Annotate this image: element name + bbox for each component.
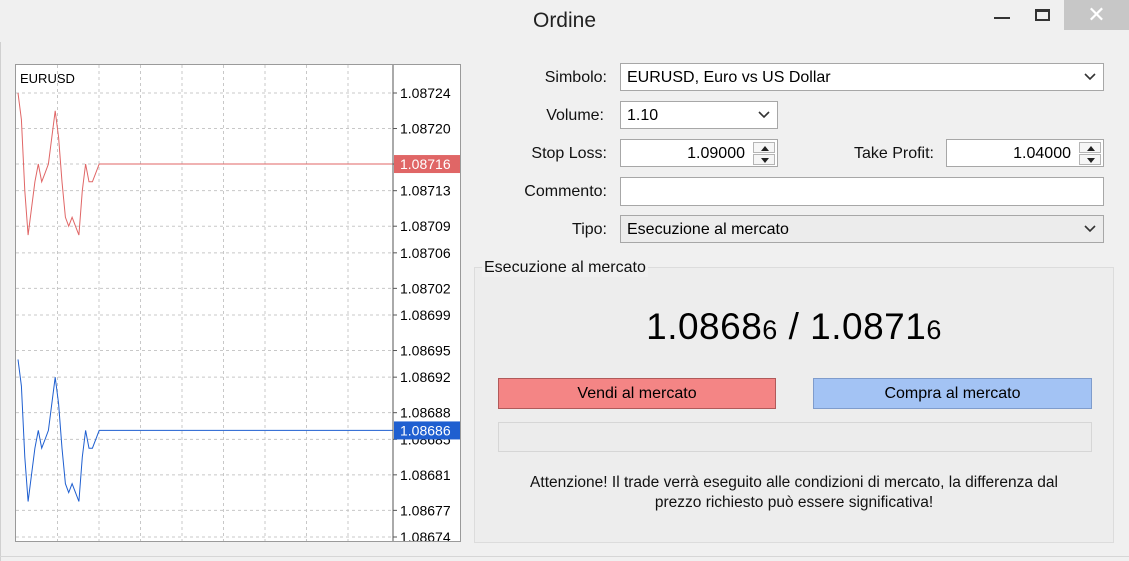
take-profit-value: 1.04000 — [1013, 145, 1071, 162]
y-tick-label: 1.08674 — [400, 529, 451, 542]
y-tick-label: 1.08677 — [400, 502, 451, 518]
chevron-down-icon — [758, 111, 770, 119]
window-border-bottom — [0, 556, 1129, 557]
y-tick-label: 1.08724 — [400, 85, 451, 101]
stop-loss-stepper[interactable] — [753, 142, 775, 166]
close-button[interactable]: ✕ — [1064, 0, 1129, 30]
chevron-down-icon — [1084, 225, 1096, 233]
take-profit-up-button[interactable] — [1079, 142, 1101, 153]
y-tick-label: 1.08709 — [400, 218, 451, 234]
price-marker-label-bid: 1.08686 — [400, 422, 451, 438]
type-select[interactable]: Esecuzione al mercato — [620, 215, 1104, 243]
stop-loss-field[interactable]: 1.09000 — [620, 139, 778, 167]
symbol-label: Simbolo: — [544, 69, 607, 86]
minimize-button[interactable] — [980, 0, 1024, 30]
minimize-icon — [994, 17, 1010, 19]
warning-line-1: Attenzione! Il trade verrà eseguito alle… — [530, 474, 1058, 491]
window-title: Ordine — [532, 9, 597, 32]
series-line-bid — [17, 359, 393, 502]
volume-select-value: 1.10 — [627, 107, 659, 124]
ask-price: 1.0871 — [810, 306, 927, 347]
window-border — [0, 42, 1, 561]
execution-group-title: Esecuzione al mercato — [482, 259, 648, 277]
series-line-ask — [17, 92, 393, 236]
bid-price-fraction: 6 — [762, 315, 778, 345]
y-tick-label: 1.08720 — [400, 121, 451, 137]
symbol-select-value: EURUSD, Euro vs US Dollar — [627, 69, 831, 86]
maximize-button[interactable] — [1022, 0, 1066, 30]
market-warning: Attenzione! Il trade verrà eseguito alle… — [474, 473, 1114, 513]
arrow-down-icon — [761, 158, 769, 163]
take-profit-down-button[interactable] — [1079, 154, 1101, 165]
y-tick-label: 1.08702 — [400, 280, 451, 296]
comment-field[interactable] — [620, 177, 1104, 206]
sell-market-button[interactable]: Vendi al mercato — [498, 378, 776, 409]
y-tick-label: 1.08681 — [400, 467, 451, 483]
take-profit-field[interactable]: 1.04000 — [946, 139, 1104, 167]
symbol-select[interactable]: EURUSD, Euro vs US Dollar — [620, 63, 1104, 91]
type-select-value: Esecuzione al mercato — [627, 221, 789, 238]
y-tick-label: 1.08699 — [400, 307, 451, 323]
arrow-up-icon — [1087, 146, 1095, 151]
stop-loss-label: Stop Loss: — [531, 145, 607, 162]
y-tick-label: 1.08688 — [400, 405, 451, 421]
volume-label: Volume: — [546, 107, 604, 124]
warning-line-2: prezzo richiesto può essere significativ… — [654, 494, 934, 511]
type-label: Tipo: — [572, 221, 607, 238]
y-tick-label: 1.08695 — [400, 343, 451, 359]
stop-loss-up-button[interactable] — [753, 142, 775, 153]
price-separator: / — [777, 306, 811, 347]
arrow-down-icon — [1087, 158, 1095, 163]
price-marker-label-ask: 1.08716 — [400, 156, 451, 172]
price-display: 1.08686 / 1.08716 — [474, 306, 1114, 348]
tick-chart: EURUSD 1.08724 1.08720 1.08716 1.08713 1.087… — [15, 64, 461, 542]
bid-price: 1.0868 — [646, 306, 763, 347]
close-icon: ✕ — [1087, 2, 1106, 27]
volume-select[interactable]: 1.10 — [620, 101, 778, 129]
y-tick-label: 1.08706 — [400, 245, 451, 261]
stop-loss-value: 1.09000 — [687, 145, 745, 162]
y-tick-label: 1.08692 — [400, 369, 451, 385]
title-bar: Ordine ✕ — [0, 0, 1129, 42]
y-tick-label: 1.08713 — [400, 183, 451, 199]
buy-market-button[interactable]: Compra al mercato — [813, 378, 1092, 409]
take-profit-label: Take Profit: — [853, 145, 934, 162]
chevron-down-icon — [1084, 73, 1096, 81]
chart-symbol-label: EURUSD — [20, 71, 75, 86]
tick-chart-svg: EURUSD 1.08724 1.08720 1.08716 1.08713 1.087… — [16, 65, 460, 542]
execution-progress — [498, 422, 1092, 452]
maximize-icon — [1035, 9, 1050, 21]
stop-loss-down-button[interactable] — [753, 154, 775, 165]
take-profit-stepper[interactable] — [1079, 142, 1101, 166]
comment-label: Commento: — [524, 183, 607, 200]
ask-price-fraction: 6 — [926, 315, 942, 345]
arrow-up-icon — [761, 146, 769, 151]
